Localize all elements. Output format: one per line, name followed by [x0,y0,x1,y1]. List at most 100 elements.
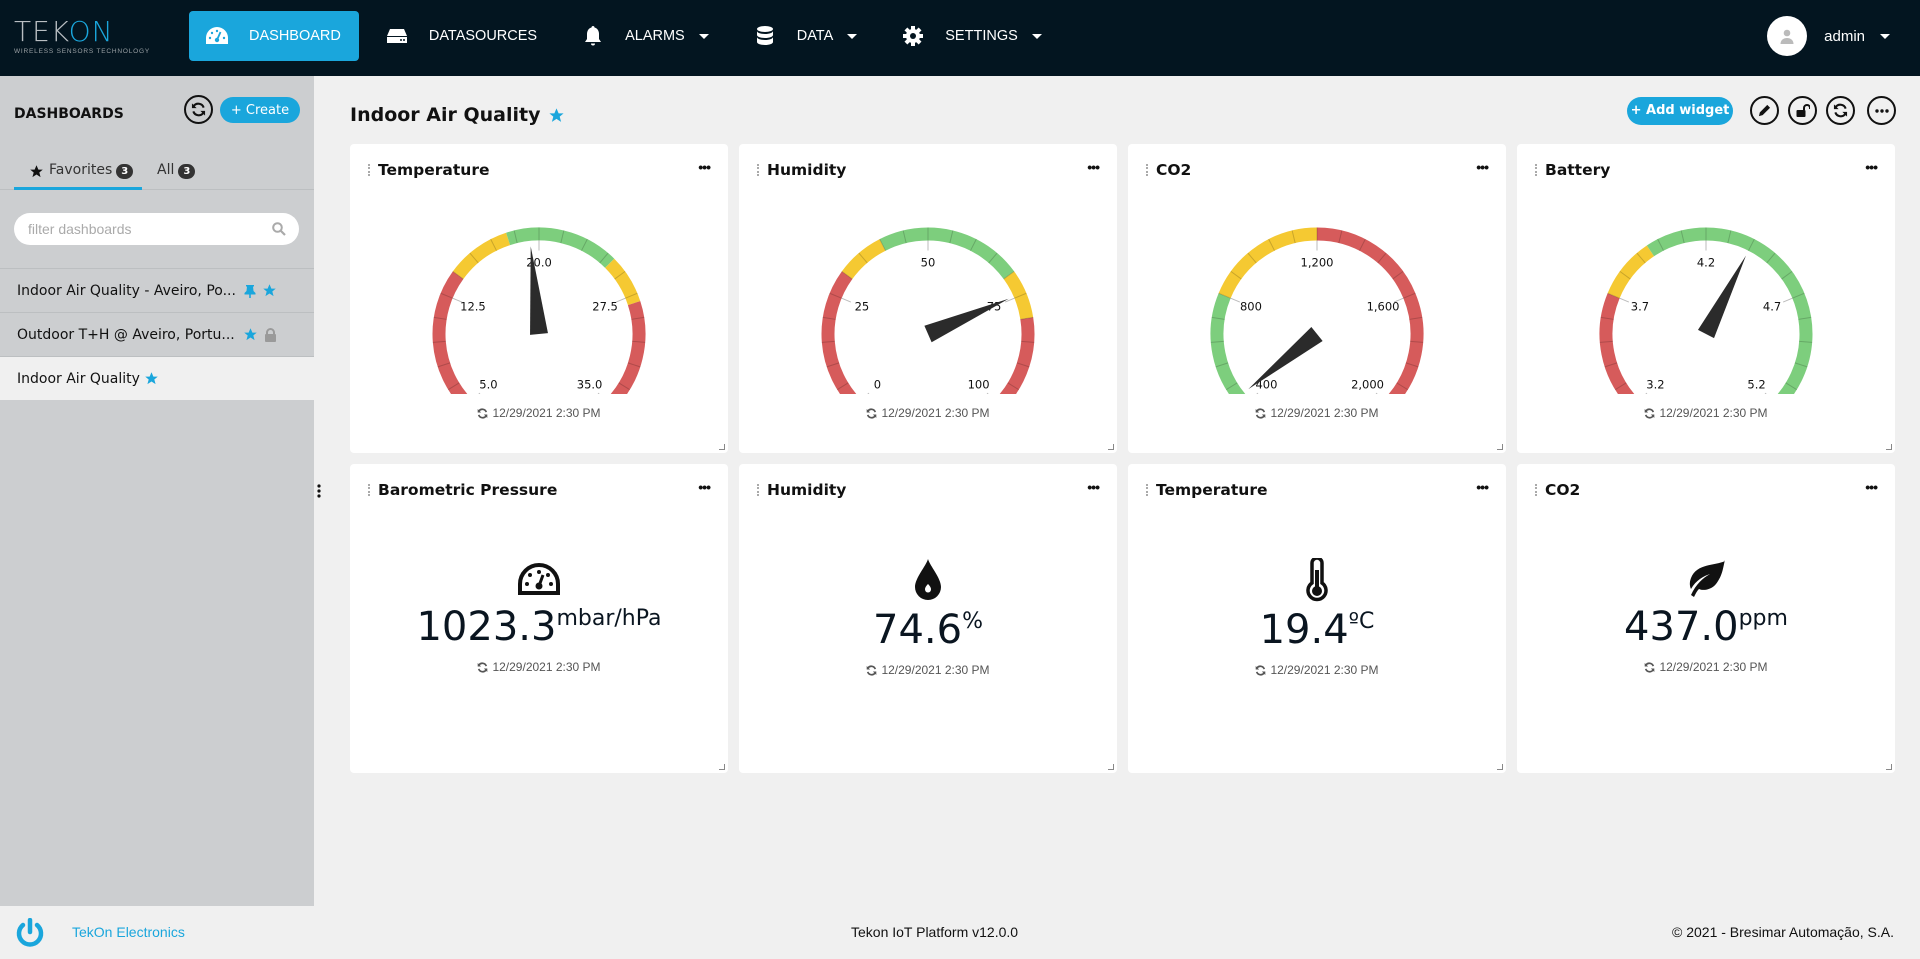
user-menu[interactable]: admin [1767,16,1890,56]
refresh-icon [867,664,877,676]
main-nav: DASHBOARD DATASOURCES ALARMS DATA SETTIN… [189,11,1070,61]
resize-handle[interactable] [1108,764,1114,770]
bell-icon [581,25,605,47]
drag-handle[interactable] [757,484,759,496]
widget-timestamp: 12/29/2021 2:30 PM [739,406,1117,420]
resize-handle[interactable] [1108,444,1114,450]
add-widget-button[interactable]: + Add widget [1627,96,1733,125]
tab-all-label: All [157,162,175,178]
drag-handle[interactable] [1146,164,1148,176]
nav-data-label: DATA [796,28,834,44]
resize-handle[interactable] [719,764,725,770]
drag-handle[interactable] [368,164,370,176]
gauge-major-tick [841,297,852,303]
resize-handle[interactable] [1886,764,1892,770]
tab-favorites[interactable]: Favorites 3 [14,162,142,190]
gauge-band [452,232,511,280]
nav-dashboard[interactable]: DASHBOARD [189,11,359,61]
logo-text-main: TEK [14,15,69,48]
gauge-major-tick [986,392,989,394]
refresh-button[interactable] [1826,96,1855,125]
card-value-number: 1023.3 [416,604,557,650]
widget-menu-button[interactable]: ••• [1865,479,1878,495]
dashboard-list-item[interactable]: Outdoor T+H @ Aveiro, Portu... [0,313,314,356]
leaf-icon [1517,560,1895,598]
filter-dashboards-input[interactable] [14,213,299,245]
widget-menu-button[interactable]: ••• [698,479,711,495]
gauge-needle [1248,326,1323,390]
gauge-major-tick [1645,392,1648,394]
nav-alarms[interactable]: ALARMS [565,11,727,61]
nav-datasources[interactable]: DATASOURCES [369,11,555,61]
dashboard-list-item[interactable]: Indoor Air Quality - Aveiro, Po... [0,269,314,312]
droplet-icon [739,558,1117,602]
star-icon[interactable] [548,107,565,124]
power-icon[interactable] [14,917,46,953]
create-dashboard-button[interactable]: + Create [220,97,300,123]
tekon-logo[interactable]: TEKON WIRELESS SENSORS TECHNOLOGY [14,15,149,58]
card-value-number: 437.0 [1624,604,1739,650]
resize-handle[interactable] [1497,444,1503,450]
star-icon [244,328,257,341]
gauge-widget: Temperature ••• 5.012.520.027.535.019.4º… [350,144,728,453]
unlock-button[interactable] [1788,96,1817,125]
timestamp-text: 12/29/2021 2:30 PM [1659,660,1768,674]
card-value-unit: ºC [1348,609,1375,634]
gauge-major-tick [1375,392,1378,394]
widget-menu-button[interactable]: ••• [1087,479,1100,495]
refresh-icon [1256,407,1266,419]
refresh-icon [478,661,488,673]
nav-settings[interactable]: SETTINGS [885,11,1060,61]
widget-menu-button[interactable]: ••• [1865,159,1878,175]
card-value-unit: mbar/hPa [556,606,662,631]
widget-title: CO2 [1156,161,1192,179]
drag-handle[interactable] [368,484,370,496]
sidebar-resize-handle[interactable] [316,483,322,499]
lock-icon [264,327,276,342]
dashboard-gauge-icon [205,25,229,47]
dashboard-list-item-selected[interactable]: Indoor Air Quality [0,357,314,400]
footer-company-link[interactable]: TekOn Electronics [72,924,185,940]
ellipsis-icon [1874,108,1889,113]
widget-menu-button[interactable]: ••• [1087,159,1100,175]
drag-handle[interactable] [1535,484,1537,496]
all-count-badge: 3 [178,164,196,179]
gauge-band [1646,227,1813,394]
gauge-band [604,258,641,306]
widget-title: Humidity [767,481,847,499]
gauge-chart: 4008001,2001,6002,000437ppm [1210,227,1424,394]
drag-handle[interactable] [757,164,759,176]
search-icon [272,222,286,241]
card-value-unit: ppm [1738,606,1788,631]
database-icon [753,25,777,47]
pencil-icon [1758,104,1771,117]
sidebar-refresh-button[interactable] [184,95,213,124]
resize-handle[interactable] [1497,764,1503,770]
card-value-number: 19.4 [1259,607,1349,653]
tab-favorites-label: Favorites [49,162,113,178]
widget-menu-button[interactable]: ••• [698,159,711,175]
timestamp-text: 12/29/2021 2:30 PM [1270,663,1379,677]
sidebar-tabs: Favorites 3 All 3 [0,162,314,190]
chevron-down-icon [698,33,709,39]
refresh-icon [1256,664,1266,676]
timestamp-text: 12/29/2021 2:30 PM [492,406,601,420]
resize-handle[interactable] [719,444,725,450]
widget-menu-button[interactable]: ••• [1476,479,1489,495]
edit-button[interactable] [1750,96,1779,125]
resize-handle[interactable] [1886,444,1892,450]
refresh-icon [478,407,488,419]
avatar [1767,16,1808,56]
gauge-tick-label: 0 [874,378,881,392]
tab-all[interactable]: All 3 [157,162,196,190]
drag-handle[interactable] [1535,164,1537,176]
more-options-button[interactable] [1867,96,1896,125]
gauge-major-tick [1230,297,1241,303]
footer-version: Tekon IoT Platform v12.0.0 [851,924,1019,940]
username: admin [1824,27,1865,45]
favorites-count-badge: 3 [116,164,134,179]
nav-data[interactable]: DATA [737,11,876,61]
drag-handle[interactable] [1146,484,1148,496]
widget-menu-button[interactable]: ••• [1476,159,1489,175]
gauge-tick-label: 5.2 [1747,378,1765,392]
